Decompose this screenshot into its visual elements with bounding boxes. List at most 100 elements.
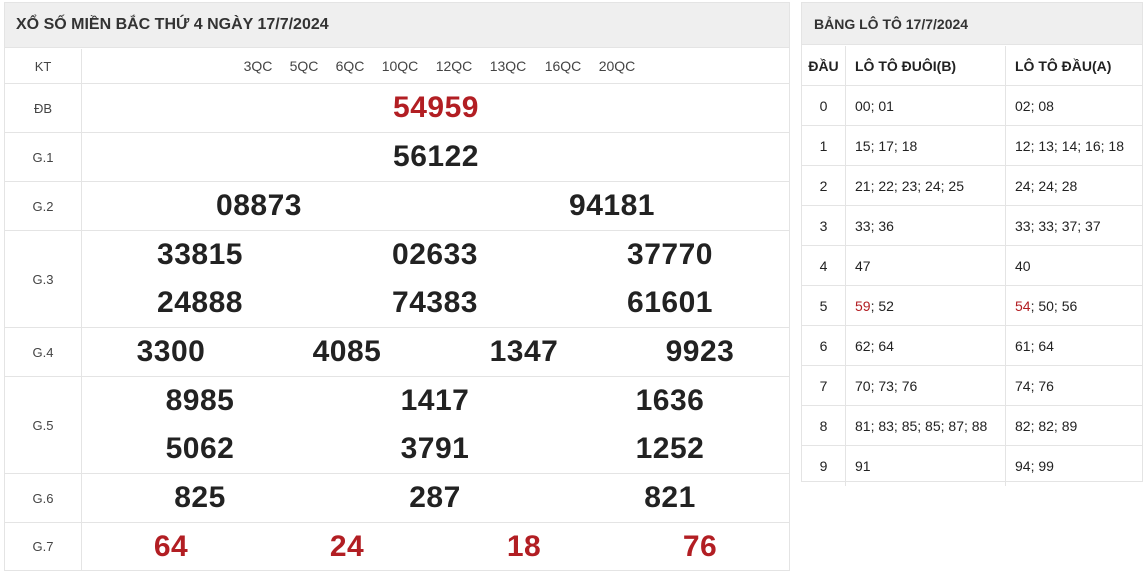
- loto-duoi-values: 62; 64: [855, 337, 894, 354]
- loto-row: 6 62; 64 61; 64: [802, 326, 1142, 366]
- prize-row-g5: G.5 8985 1417 1636 5062 3791 1252: [5, 377, 789, 474]
- prize-label: ĐB: [5, 84, 82, 132]
- loto-row: 9 91 94; 99: [802, 446, 1142, 486]
- loto-head-digit: 8: [802, 406, 846, 445]
- prize-label: G.1: [5, 133, 82, 181]
- loto-header-row: ĐẦU LÔ TÔ ĐUÔI(B) LÔ TÔ ĐẦU(A): [802, 46, 1142, 86]
- special-prize-number: 54959: [393, 91, 479, 124]
- loto-dau-values: 33; 33; 37; 37: [1015, 217, 1101, 234]
- results-title: XỔ SỐ MIỀN BẮC THỨ 4 NGÀY 17/7/2024: [16, 16, 329, 33]
- prize-number: 24888: [157, 286, 243, 319]
- loto-table: BẢNG LÔ TÔ 17/7/2024 ĐẦU LÔ TÔ ĐUÔI(B) L…: [801, 2, 1143, 486]
- prize-number: 1636: [635, 384, 705, 417]
- loto-duoi-values: 33; 36: [855, 217, 894, 234]
- loto-duoi-values: 91: [855, 458, 871, 474]
- prize-row-g7: G.7 64 24 18 76: [5, 523, 789, 570]
- loto-duoi-cell: 15; 17; 18: [846, 126, 1006, 165]
- prize-number: 5062: [165, 432, 235, 465]
- prize-number: 64: [153, 530, 189, 563]
- loto-duoi-cell: 33; 36: [846, 206, 1006, 245]
- loto-duoi-values: 81; 83; 85; 85; 87; 88: [855, 417, 988, 434]
- prize-number: 1417: [400, 384, 470, 417]
- loto-duoi-values: 15; 17; 18: [855, 137, 918, 154]
- loto-duoi-cell: 70; 73; 76: [846, 366, 1006, 405]
- loto-duoi-cell: 59; 52: [846, 286, 1006, 325]
- loto-dau-cell: 54; 50; 56: [1006, 286, 1142, 325]
- loto-head-digit: 0: [802, 86, 846, 125]
- prize-label: G.7: [5, 523, 82, 570]
- loto-duoi-cell: 47: [846, 246, 1006, 285]
- prize-row-g6: G.6 825 287 821: [5, 474, 789, 523]
- prize-number: 33815: [157, 238, 243, 271]
- loto-row: 2 21; 22; 23; 24; 25 24; 24; 28: [802, 166, 1142, 206]
- loto-dau-cell: 02; 08: [1006, 86, 1142, 125]
- loto-dau-values: ; 50; 56: [1030, 297, 1078, 314]
- loto-head-digit: 7: [802, 366, 846, 405]
- loto-dau-cell: 94; 99: [1006, 446, 1142, 486]
- loto-dau-cell: 61; 64: [1006, 326, 1142, 365]
- loto-duoi-cell: 21; 22; 23; 24; 25: [846, 166, 1006, 205]
- prize-label: G.5: [5, 377, 82, 473]
- prize-number: 8985: [165, 384, 235, 417]
- prize-number: 08873: [216, 189, 302, 222]
- qc-code: 20QC: [598, 58, 636, 74]
- loto-dau-values: 02; 08: [1015, 97, 1054, 114]
- loto-head-digit: 3: [802, 206, 846, 245]
- prize-number: 02633: [392, 238, 478, 271]
- loto-duoi-cell: 00; 01: [846, 86, 1006, 125]
- prize-number: 24: [329, 530, 365, 563]
- loto-dau-values: 12; 13; 14; 16; 18: [1015, 137, 1124, 154]
- qc-row: KT 3QC 5QC 6QC 10QC 12QC 13QC 16QC 20QC: [5, 49, 789, 84]
- loto-dau-values: 40: [1015, 257, 1031, 274]
- prize-number: 56122: [393, 140, 479, 173]
- prize-label: G.6: [5, 474, 82, 522]
- loto-row: 1 15; 17; 18 12; 13; 14; 16; 18: [802, 126, 1142, 166]
- loto-row: 7 70; 73; 76 74; 76: [802, 366, 1142, 406]
- loto-duoi-values: 70; 73; 76: [855, 377, 918, 394]
- loto-duoi-values: 47: [855, 257, 871, 274]
- prize-label: G.3: [5, 231, 82, 327]
- loto-head-digit: 1: [802, 126, 846, 165]
- loto-dau-values: 24; 24; 28: [1015, 177, 1078, 194]
- prize-row-g1: G.1 56122: [5, 133, 789, 182]
- loto-head-digit: 5: [802, 286, 846, 325]
- prize-number: 1252: [635, 432, 705, 465]
- prize-number: 94181: [569, 189, 655, 222]
- loto-row: 4 47 40: [802, 246, 1142, 286]
- header-duoi: LÔ TÔ ĐUÔI(B): [846, 46, 1006, 85]
- prize-row-db: ĐB 54959: [5, 84, 789, 133]
- loto-head-digit: 2: [802, 166, 846, 205]
- loto-duoi-values: ; 52: [870, 297, 894, 314]
- qc-code: 13QC: [489, 58, 527, 74]
- prize-row-g3: G.3 33815 02633 37770 24888 74383 61601: [5, 231, 789, 328]
- loto-duoi-values: 00; 01: [855, 97, 894, 114]
- prize-number: 18: [506, 530, 542, 563]
- loto-head-digit: 6: [802, 326, 846, 365]
- header-dau: ĐẦU: [802, 46, 846, 85]
- prize-row-g2: G.2 08873 94181: [5, 182, 789, 231]
- prize-label: G.2: [5, 182, 82, 230]
- prize-number: 37770: [627, 238, 713, 271]
- loto-row: 8 81; 83; 85; 85; 87; 88 82; 82; 89: [802, 406, 1142, 446]
- prize-number: 9923: [665, 335, 735, 368]
- results-title-bar: XỔ SỐ MIỀN BẮC THỨ 4 NGÀY 17/7/2024: [5, 3, 789, 48]
- prize-number: 74383: [392, 286, 478, 319]
- loto-special-number: 54: [1015, 297, 1031, 314]
- loto-dau-cell: 24; 24; 28: [1006, 166, 1142, 205]
- qc-codes: 3QC 5QC 6QC 10QC 12QC 13QC 16QC 20QC: [82, 49, 789, 83]
- loto-dau-values: 82; 82; 89: [1015, 417, 1078, 434]
- prize-number: 61601: [627, 286, 713, 319]
- qc-code: 5QC: [289, 58, 319, 74]
- loto-duoi-values: 21; 22; 23; 24; 25: [855, 177, 964, 194]
- loto-dau-cell: 40: [1006, 246, 1142, 285]
- prize-row-g4: G.4 3300 4085 1347 9923: [5, 328, 789, 377]
- prize-number: 825: [174, 481, 226, 514]
- prize-number: 821: [644, 481, 696, 514]
- loto-dau-cell: 74; 76: [1006, 366, 1142, 405]
- header-dau-a: LÔ TÔ ĐẦU(A): [1015, 57, 1112, 74]
- loto-head-digit: 4: [802, 246, 846, 285]
- loto-duoi-cell: 91: [846, 446, 1006, 486]
- qc-code: 12QC: [435, 58, 473, 74]
- prize-number: 76: [682, 530, 718, 563]
- loto-body: ĐẦU LÔ TÔ ĐUÔI(B) LÔ TÔ ĐẦU(A) 0 00; 01 02…: [802, 46, 1142, 486]
